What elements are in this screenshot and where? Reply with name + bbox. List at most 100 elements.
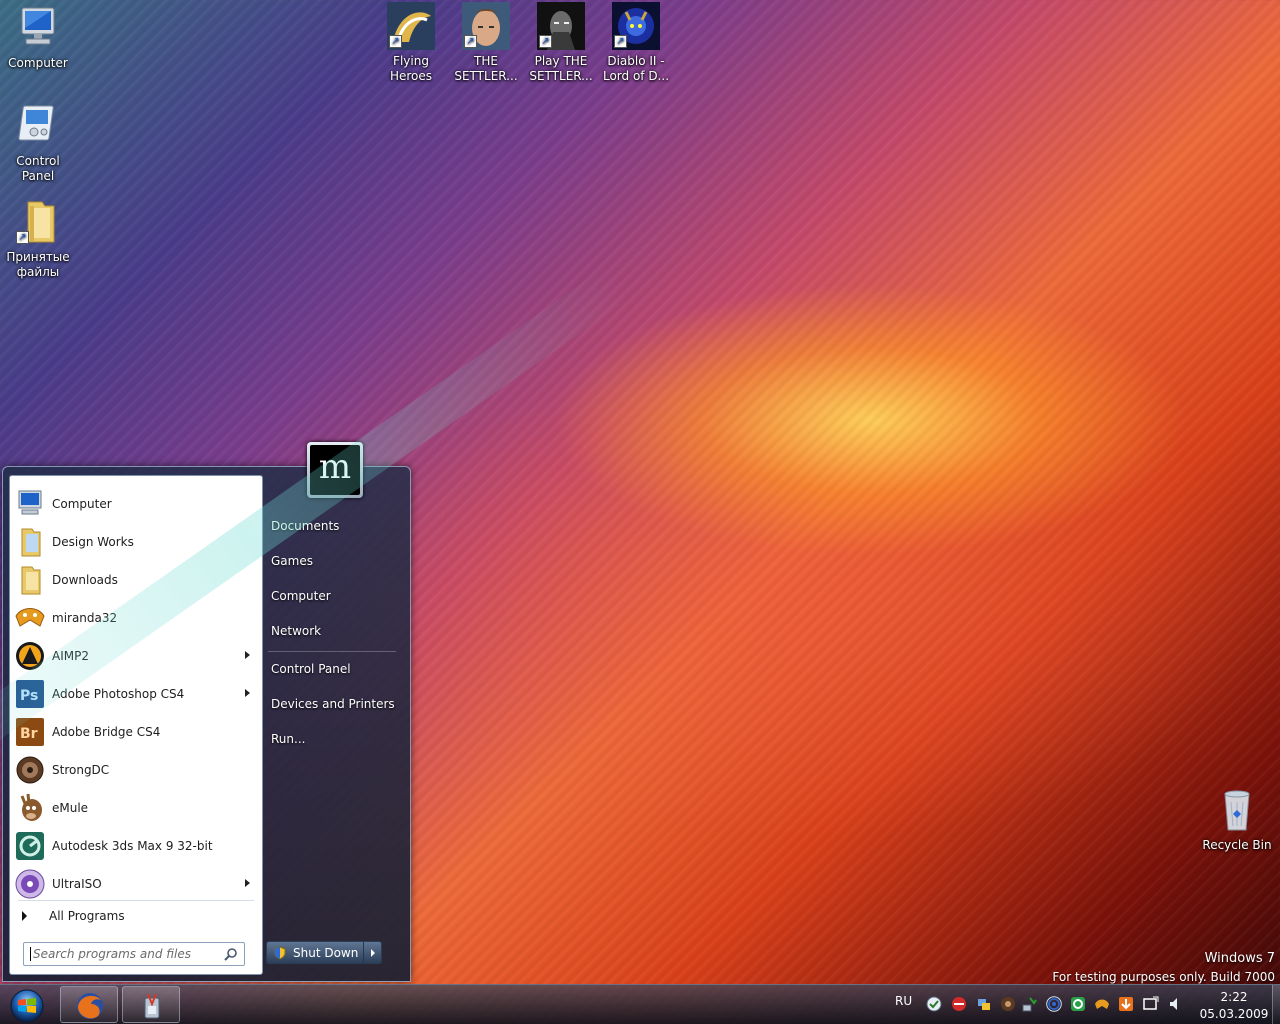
start-menu-link-computer[interactable]: Computer	[271, 589, 331, 603]
tray-antivirus-icon[interactable]	[951, 996, 967, 1012]
start-menu-item-label: Autodesk 3ds Max 9 32-bit	[52, 839, 213, 853]
desktop-icon-computer[interactable]: Computer	[0, 4, 76, 71]
miranda-icon	[14, 602, 46, 634]
expand-arrow-icon	[22, 911, 27, 921]
desktop-icon-label: Diablo II - Lord of D...	[602, 54, 670, 83]
emule-icon	[14, 792, 46, 824]
start-menu-item-label: eMule	[52, 801, 89, 815]
settlers-icon: ↗	[462, 2, 510, 50]
tray-miranda-icon[interactable]	[1094, 996, 1110, 1012]
shortcut-arrow-icon: ↗	[464, 35, 477, 48]
desktop-icon-label: Recycle Bin	[1202, 838, 1272, 852]
start-menu-item-3dsmax[interactable]: Autodesk 3ds Max 9 32-bit	[14, 828, 258, 864]
show-desktop-button[interactable]	[1272, 985, 1280, 1024]
start-menu-item-miranda32[interactable]: miranda32	[14, 600, 258, 636]
start-menu-item-label: Adobe Photoshop CS4	[52, 687, 185, 701]
desktop-icon-flying-heroes[interactable]: ↗ Flying Heroes	[373, 2, 449, 84]
start-menu-item-label: Adobe Bridge CS4	[52, 725, 161, 739]
settlers-dark-icon: ↗	[537, 2, 585, 50]
start-menu-item-strongdc[interactable]: StrongDC	[14, 752, 258, 788]
desktop-icon-play-the-settlers[interactable]: ↗ Play THE SETTLER...	[523, 2, 599, 84]
start-button[interactable]	[4, 988, 50, 1024]
desktop-icon-label: Control Panel	[16, 154, 60, 183]
start-menu-item-ultraiso[interactable]: UltraISO	[14, 866, 258, 902]
start-menu-item-label: Downloads	[52, 573, 118, 587]
desktop-icon-label: THE SETTLER...	[454, 54, 518, 83]
desktop-icon-label: Flying Heroes	[389, 54, 433, 83]
start-menu-programs-pane: Computer Design Works Downloads miranda3…	[9, 475, 263, 975]
search-icon[interactable]	[224, 947, 238, 961]
tray-network-icon[interactable]	[1022, 996, 1038, 1012]
tray-strongdc-icon[interactable]	[1000, 996, 1016, 1012]
clock-time: 2:22	[1220, 990, 1248, 1004]
start-menu-item-aimp2[interactable]: AIMP2	[14, 638, 258, 674]
windows-logo-icon	[10, 989, 44, 1023]
start-menu-item-photoshop[interactable]: Ps Adobe Photoshop CS4	[14, 676, 258, 712]
desktop-icon-label: Play THE SETTLER...	[529, 54, 593, 83]
shutdown-button[interactable]: Shut Down	[267, 942, 363, 963]
shutdown-button-group: Shut Down	[266, 941, 382, 964]
start-menu-item-computer[interactable]: Computer	[14, 486, 258, 522]
folder-icon: ↗	[14, 198, 62, 246]
computer-icon	[14, 488, 46, 520]
start-menu-link-devices-and-printers[interactable]: Devices and Printers	[271, 697, 395, 711]
control-panel-icon	[14, 102, 62, 150]
start-menu-item-bridge[interactable]: Br Adobe Bridge CS4	[14, 714, 258, 750]
tray-download-icon[interactable]	[1118, 996, 1134, 1012]
desktop-icon-label: Принятые файлы	[6, 250, 70, 279]
aimp-icon	[14, 640, 46, 672]
ultraiso-icon	[14, 868, 46, 900]
start-menu-link-run[interactable]: Run...	[271, 732, 305, 746]
shortcut-arrow-icon: ↗	[539, 35, 552, 48]
start-menu-separator	[18, 900, 254, 901]
chevron-right-icon	[370, 948, 375, 957]
desktop-icon-recycle-bin[interactable]: Recycle Bin	[1199, 786, 1275, 853]
taskbar-clock[interactable]: 2:22 05.03.2009	[1196, 989, 1272, 1023]
clock-date: 05.03.2009	[1199, 1007, 1269, 1021]
folder-icon	[14, 564, 46, 596]
start-menu-link-network[interactable]: Network	[271, 624, 321, 638]
tray-network-share-icon[interactable]	[976, 996, 992, 1012]
taskbar-button-firefox[interactable]	[60, 986, 118, 1023]
tray-action-center-icon[interactable]	[1143, 996, 1159, 1012]
desktop-icon-received-files[interactable]: ↗ Принятые файлы	[0, 198, 76, 280]
computer-icon	[14, 4, 62, 52]
3dsmax-icon	[14, 830, 46, 862]
tray-check-icon[interactable]	[926, 996, 942, 1012]
shortcut-arrow-icon: ↗	[16, 231, 29, 244]
taskbar	[0, 984, 1280, 1024]
start-menu-item-emule[interactable]: eMule	[14, 790, 258, 826]
svg-text:Ps: Ps	[20, 688, 38, 704]
volume-icon[interactable]	[1167, 996, 1183, 1012]
start-menu-link-control-panel[interactable]: Control Panel	[271, 662, 351, 676]
start-menu-link-documents[interactable]: Documents	[271, 519, 339, 533]
start-menu-item-label: AIMP2	[52, 649, 89, 663]
desktop-icon-the-settlers[interactable]: ↗ THE SETTLER...	[448, 2, 524, 84]
search-input[interactable]: Search programs and files	[23, 942, 245, 966]
shutdown-options-button[interactable]	[363, 942, 381, 963]
user-picture[interactable]: m	[307, 442, 363, 498]
shortcut-arrow-icon: ↗	[614, 35, 627, 48]
shutdown-label: Shut Down	[293, 945, 359, 960]
tray-icq-icon[interactable]	[1070, 996, 1086, 1012]
search-placeholder: Search programs and files	[33, 947, 191, 961]
input-language-indicator[interactable]: RU	[895, 994, 912, 1008]
start-menu-item-label: miranda32	[52, 611, 118, 625]
taskbar-button-app[interactable]	[122, 986, 180, 1023]
start-menu: Computer Design Works Downloads miranda3…	[2, 466, 411, 982]
start-menu-item-downloads[interactable]: Downloads	[14, 562, 258, 598]
recycle-bin-icon	[1213, 786, 1261, 834]
start-menu-item-design-works[interactable]: Design Works	[14, 524, 258, 560]
diablo-icon: ↗	[612, 2, 660, 50]
flying-heroes-icon: ↗	[387, 2, 435, 50]
strongdc-icon	[14, 754, 46, 786]
desktop-icon-control-panel[interactable]: Control Panel	[0, 102, 76, 184]
submenu-arrow-icon	[245, 879, 250, 887]
tray-wireless-icon[interactable]	[1046, 996, 1062, 1012]
all-programs-label: All Programs	[49, 909, 125, 923]
all-programs-button[interactable]: All Programs	[18, 904, 254, 928]
uac-shield-icon	[273, 945, 287, 960]
start-menu-link-games[interactable]: Games	[271, 554, 313, 568]
desktop-icon-diablo-ii[interactable]: ↗ Diablo II - Lord of D...	[598, 2, 674, 84]
submenu-arrow-icon	[245, 651, 250, 659]
